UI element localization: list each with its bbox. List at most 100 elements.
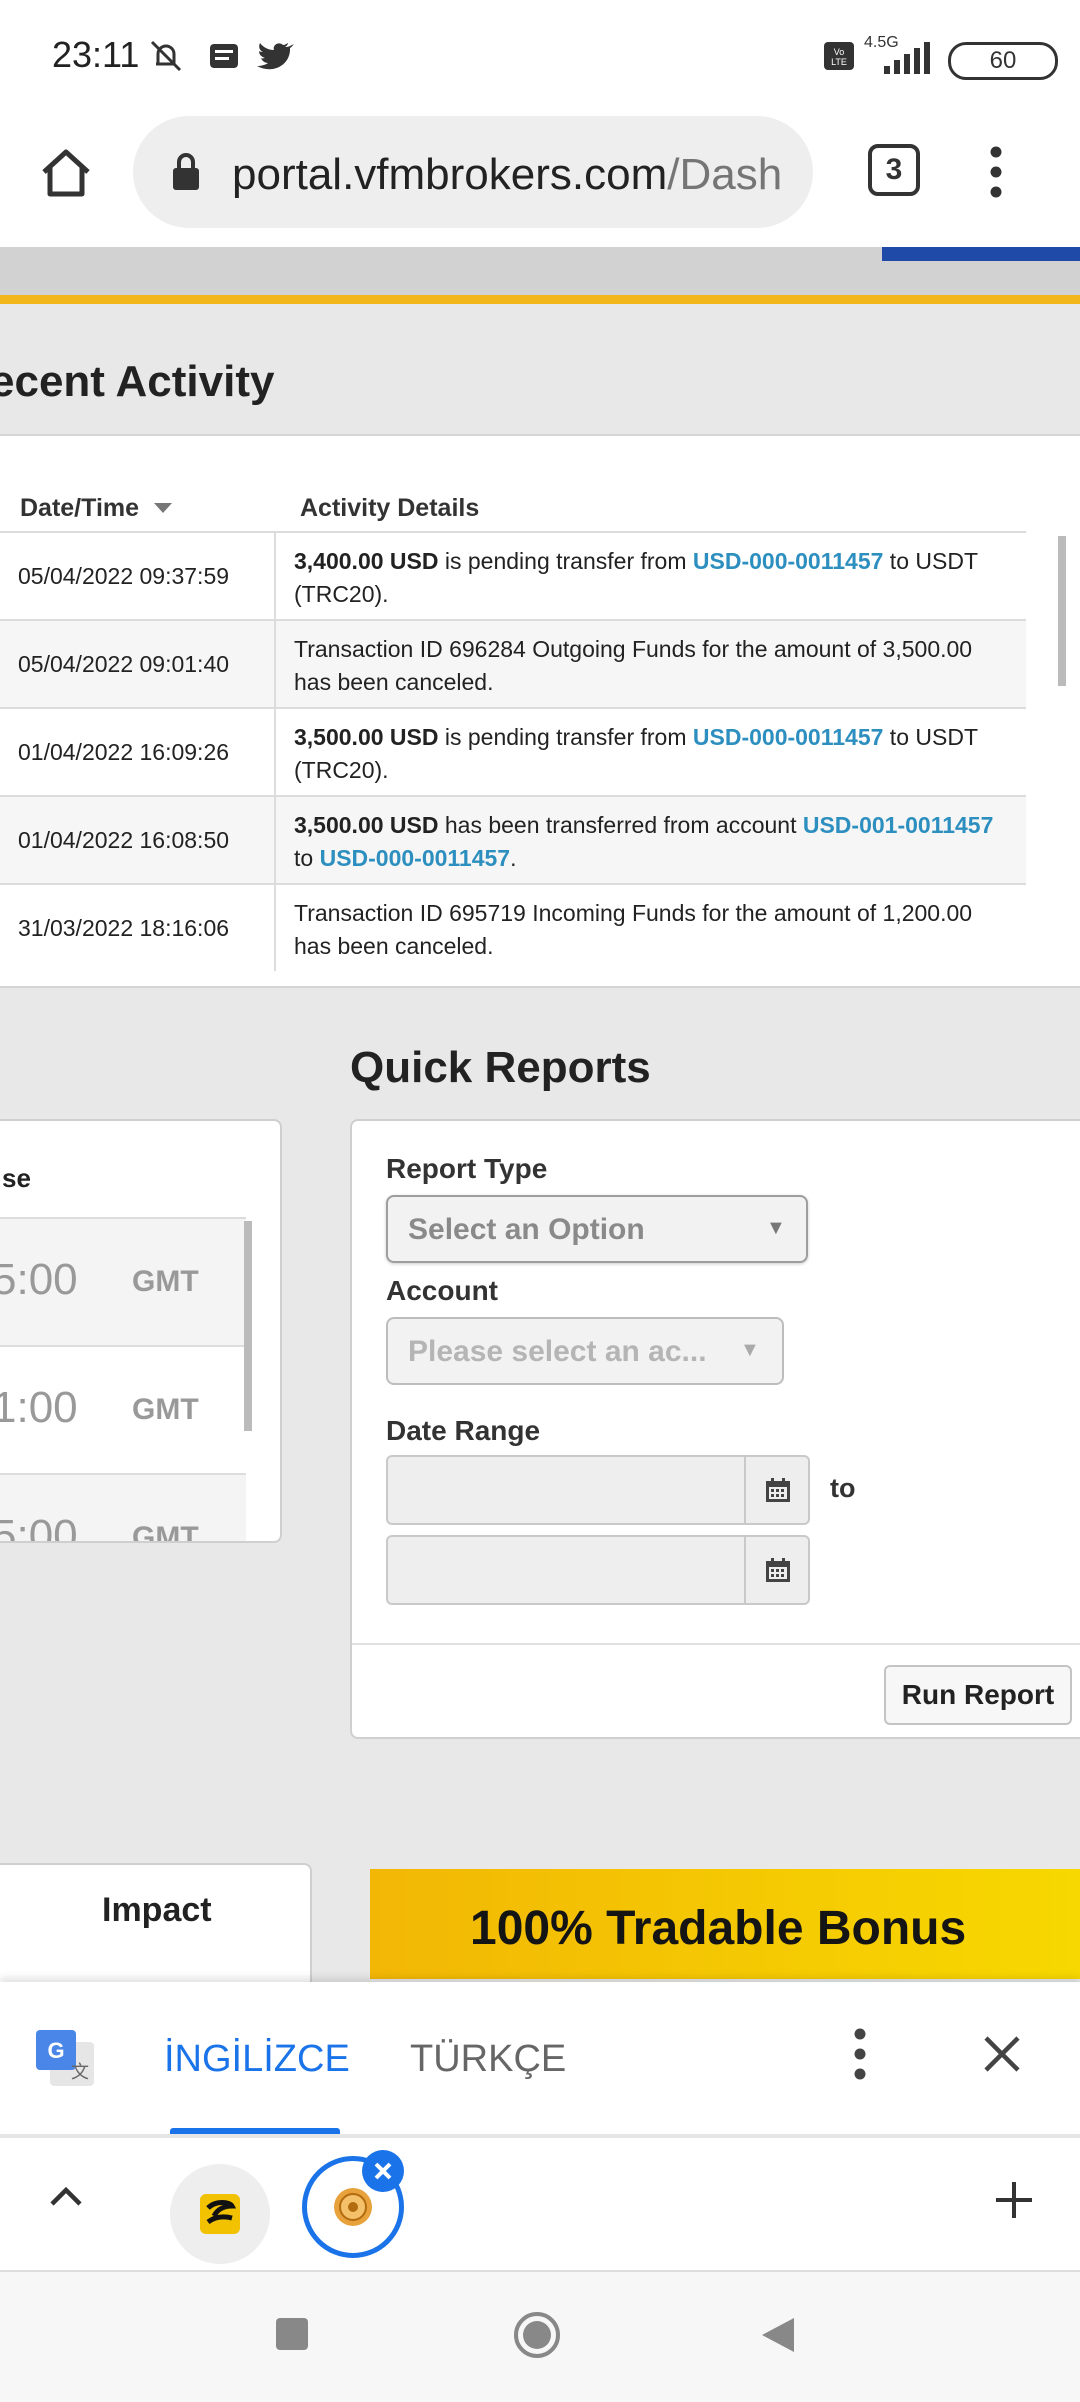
site-favicon-icon: [334, 2188, 372, 2226]
recent-apps-icon[interactable]: [274, 2316, 310, 2352]
twitter-icon: [257, 43, 294, 70]
site-favicon-icon: [200, 2194, 240, 2234]
time-row: 1:00 GMT: [0, 1345, 246, 1475]
url-host: portal.vfmbrokers.com: [232, 150, 668, 199]
promo-banner[interactable]: 100% Tradable Bonus: [370, 1869, 1080, 1979]
impact-tab[interactable]: Impact: [0, 1863, 312, 1982]
report-type-label: Report Type: [386, 1153, 548, 1184]
report-type-select[interactable]: Select an Option ▼: [386, 1195, 808, 1263]
table-scrollbar[interactable]: [1058, 536, 1066, 686]
column-header-date-label: Date/Time: [20, 494, 140, 522]
tab-switcher-button[interactable]: 3: [868, 144, 920, 196]
home-button-icon[interactable]: [512, 2310, 562, 2360]
details-text: is pending transfer from: [438, 548, 693, 574]
close-icon[interactable]: [982, 2034, 1022, 2074]
account-value: Please select an ac...: [408, 1335, 707, 1368]
chevron-down-icon: ▼: [766, 1217, 786, 1239]
panel-scrollbar[interactable]: [244, 1221, 252, 1431]
recent-activity-title: ecent Activity: [0, 357, 275, 406]
details-text: is pending transfer from: [438, 724, 693, 750]
close-icon: [374, 2162, 392, 2180]
recent-activity-table: Date/Time Activity Details 05/04/2022 09…: [0, 434, 1080, 988]
details-text: has been transferred from account: [438, 812, 803, 838]
cell-divider: [274, 621, 276, 707]
close-tab-button[interactable]: [362, 2150, 404, 2192]
account-select[interactable]: Please select an ac... ▼: [386, 1317, 784, 1385]
panel-header-partial: se: [2, 1163, 31, 1193]
more-options-icon[interactable]: [850, 2026, 870, 2082]
more-options-icon[interactable]: [986, 144, 1006, 200]
time-row: 5:00 GMT: [0, 1217, 246, 1347]
translate-bar: G文 İNGİLİZCE TÜRKÇE: [0, 1982, 1080, 2134]
cell-divider: [274, 885, 276, 971]
tab-strip: [0, 2136, 1080, 2272]
url-text[interactable]: portal.vfmbrokers.com/Dash: [232, 150, 782, 200]
quick-reports-panel: Report Type Select an Option ▼ Account P…: [350, 1119, 1080, 1739]
impact-label: Impact: [102, 1891, 212, 1929]
chevron-up-icon[interactable]: [48, 2182, 84, 2210]
time-value: 5:00: [0, 1511, 78, 1543]
row-details: 3,500.00 USD has been transferred from a…: [294, 809, 1014, 875]
amount: 3,500.00 USD: [294, 812, 439, 838]
mute-notifications-icon: [150, 40, 182, 72]
selected-language-indicator: [170, 2128, 340, 2134]
column-header-date[interactable]: Date/Time: [20, 494, 172, 523]
table-row: 01/04/2022 16:08:50 3,500.00 USD has bee…: [0, 795, 1026, 883]
header-blue-tab[interactable]: [882, 247, 1080, 261]
timezone-label: GMT: [132, 1393, 199, 1426]
header-accent-line: [0, 295, 1080, 304]
add-tab-icon[interactable]: [994, 2180, 1034, 2220]
url-path: /Dash: [667, 150, 783, 199]
calendar-button[interactable]: [744, 1537, 810, 1603]
back-icon[interactable]: [760, 2316, 796, 2354]
battery-indicator: 60: [948, 42, 1058, 80]
promo-text: 100% Tradable Bonus: [470, 1902, 967, 1955]
time-value: 1:00: [0, 1383, 78, 1432]
account-link[interactable]: USD-000-0011457: [693, 724, 884, 750]
home-icon[interactable]: [38, 144, 94, 200]
account-link[interactable]: USD-000-0011457: [693, 548, 884, 574]
row-date: 01/04/2022 16:09:26: [18, 739, 230, 765]
report-type-value: Select an Option: [408, 1213, 645, 1246]
signal-icon: [884, 42, 930, 74]
svg-text:文: 文: [71, 2062, 89, 2083]
row-date: 05/04/2022 09:37:59: [18, 563, 230, 589]
row-details: Transaction ID 696284 Outgoing Funds for…: [294, 636, 973, 695]
lock-icon[interactable]: [171, 152, 201, 192]
google-translate-icon: G文: [36, 2030, 94, 2086]
date-to-input[interactable]: [386, 1535, 810, 1605]
table-row: 01/04/2022 16:09:26 3,500.00 USD is pend…: [0, 707, 1026, 795]
language-tab-source[interactable]: İNGİLİZCE: [164, 2038, 350, 2081]
browser-toolbar: portal.vfmbrokers.com/Dash 3: [0, 112, 1080, 247]
sort-desc-icon[interactable]: [153, 503, 172, 515]
account-link[interactable]: USD-001-0011457: [803, 812, 994, 838]
address-bar[interactable]: portal.vfmbrokers.com/Dash: [133, 116, 813, 228]
cell-divider: [274, 797, 276, 883]
quick-reports-title: Quick Reports: [350, 1043, 651, 1092]
cell-divider: [274, 533, 276, 619]
svg-text:G: G: [47, 2038, 64, 2063]
table-row: 31/03/2022 18:16:06 Transaction ID 69571…: [0, 883, 1026, 971]
status-bar: 23:11 Vo LTE 4.5G 60: [0, 0, 1080, 112]
language-tab-target[interactable]: TÜRKÇE: [410, 2038, 566, 2081]
calendar-icon: [766, 1478, 790, 1502]
timezone-label: GMT: [132, 1265, 199, 1298]
time-value: 5:00: [0, 1255, 78, 1304]
date-range-label: Date Range: [386, 1415, 541, 1446]
date-from-input[interactable]: [386, 1455, 810, 1525]
svg-text:Vo: Vo: [834, 47, 845, 57]
message-icon: [210, 44, 238, 68]
system-navigation-bar: [0, 2270, 1080, 2402]
run-report-button[interactable]: Run Report: [884, 1665, 1072, 1725]
row-details: 3,400.00 USD is pending transfer from US…: [294, 545, 1014, 611]
column-header-details: Activity Details: [300, 494, 480, 522]
tab-favicon[interactable]: [170, 2164, 270, 2264]
calendar-button[interactable]: [744, 1457, 810, 1523]
web-page: ecent Activity Date/Time Activity Detail…: [0, 247, 1080, 1982]
calendar-icon: [766, 1558, 790, 1582]
market-hours-panel: se 5:00 GMT 1:00 GMT 5:00 GMT: [0, 1119, 282, 1543]
account-label: Account: [386, 1275, 498, 1306]
account-link[interactable]: USD-000-0011457: [320, 845, 511, 871]
row-date: 05/04/2022 09:01:40: [18, 651, 230, 677]
panel-footer-divider: [352, 1643, 1080, 1645]
